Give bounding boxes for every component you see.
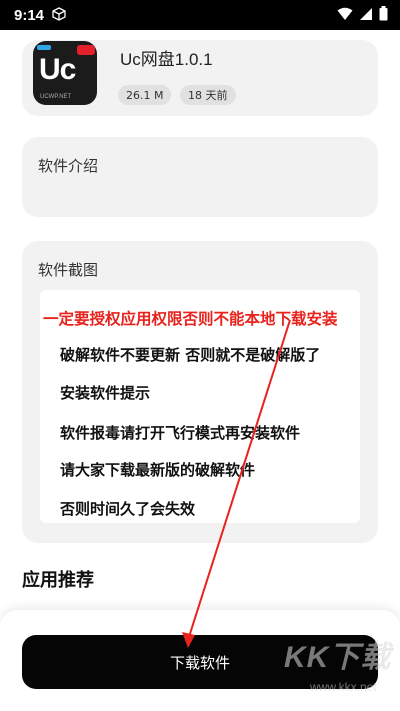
watermark-url: www.kkx.net — [310, 680, 377, 694]
app-icon: Uc UCWP.NET — [33, 41, 97, 105]
wifi-icon — [337, 6, 353, 25]
intro-label: 软件介绍 — [38, 157, 99, 175]
recommend-title: 应用推荐 — [22, 570, 94, 591]
screenshots-label: 软件截图 — [38, 261, 99, 279]
icon-top-tag — [37, 45, 51, 50]
notice-line: 安装软件提示 — [60, 384, 151, 402]
icon-sub-text: UCWP.NET — [40, 94, 72, 100]
notice-line: 破解软件不要更新 否则就不是破解版了 — [60, 346, 321, 364]
size-tag: 26.1 M — [118, 85, 172, 105]
app-name: Uc网盘1.0.1 — [120, 50, 213, 69]
status-right — [337, 5, 388, 25]
cube-icon — [52, 6, 66, 25]
status-time: 9:14 — [14, 6, 45, 24]
icon-red-badge — [77, 45, 95, 55]
status-left: 9:14 — [14, 6, 66, 25]
battery-icon — [379, 5, 388, 25]
notice-line: 否则时间久了会失效 — [60, 500, 196, 518]
notice-line: 软件报毒请打开飞行模式再安装软件 — [60, 424, 301, 442]
watermark: KK下载 www.kkx.net — [282, 628, 397, 708]
signal-icon — [359, 6, 373, 25]
notice-line: 请大家下载最新版的破解软件 — [60, 461, 256, 479]
intro-card — [22, 137, 378, 217]
date-tag: 18 天前 — [180, 85, 236, 105]
watermark-text: KK下载 — [284, 641, 392, 674]
notice-headline: 一定要授权应用权限否则不能本地下载安装 — [43, 310, 338, 328]
icon-logo-text: Uc — [39, 53, 76, 86]
status-bar: 9:14 — [0, 0, 400, 30]
